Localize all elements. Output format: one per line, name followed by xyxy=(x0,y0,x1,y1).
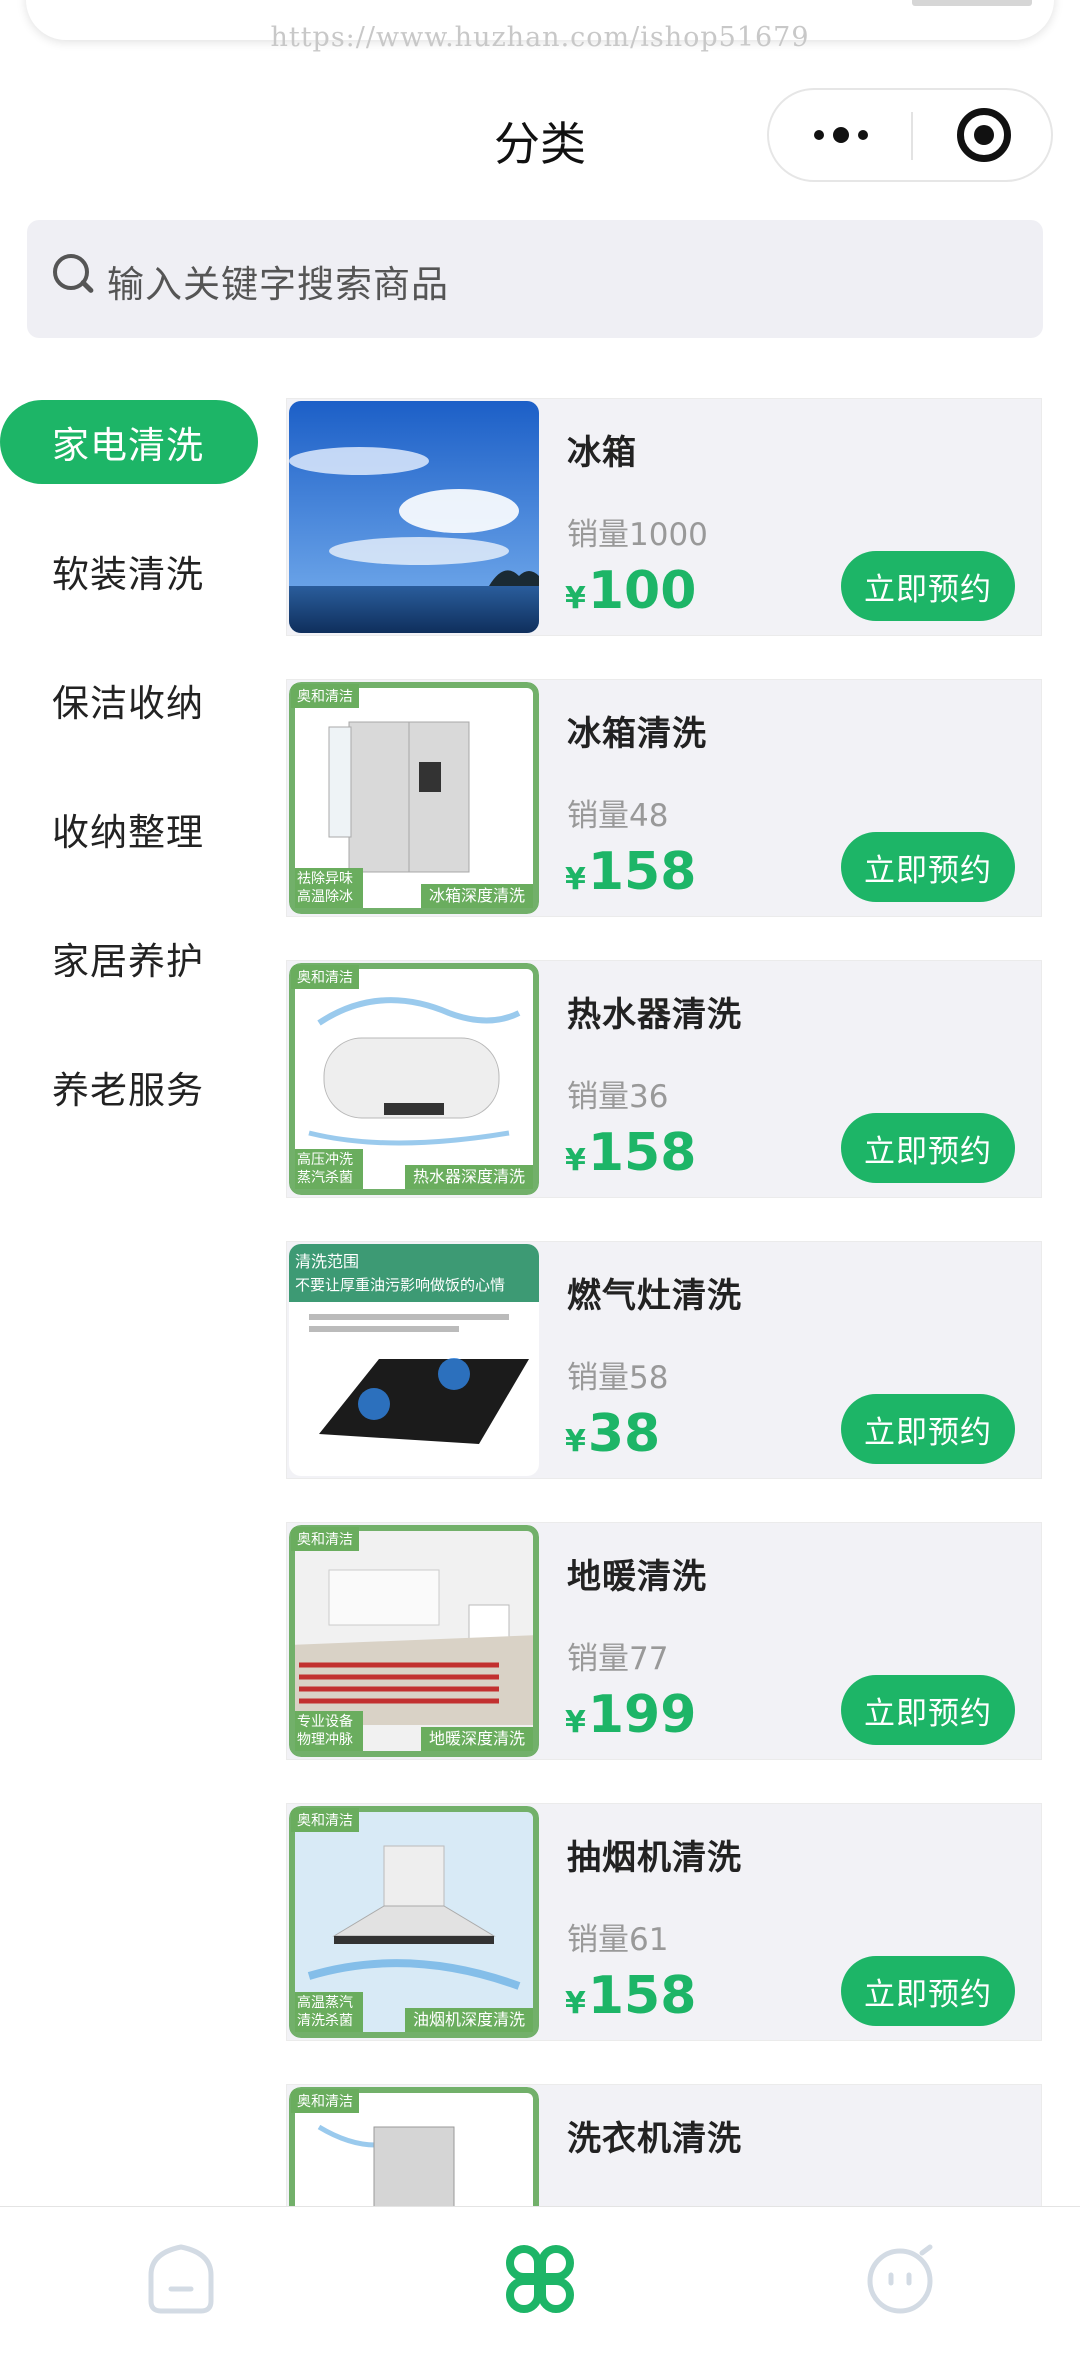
product-image: 奥和清洁 高压冲洗 蒸汽杀菌 热水器深度清洗 xyxy=(289,963,539,1195)
product-card[interactable]: 奥和清洁 高压冲洗 蒸汽杀菌 热水器深度清洗 热水器清洗 销量36 ¥158 立即… xyxy=(286,960,1042,1198)
product-card[interactable]: 奥和清洁 祛除异味 高温除冰 冰箱深度清洗 冰箱清洗 销量48 ¥158 立即预约 xyxy=(286,679,1042,917)
product-sales: 销量1000 xyxy=(567,517,708,553)
thumb-banner: 油烟机深度清洗 xyxy=(404,2008,533,2032)
book-now-button[interactable]: 立即预约 xyxy=(841,1956,1015,2026)
book-now-button[interactable]: 立即预约 xyxy=(841,1394,1015,1464)
product-image: 奥和清洁 专业设备 物理冲脉 地暖深度清洗 xyxy=(289,1525,539,1757)
product-sales: 销量48 xyxy=(567,798,669,834)
product-price: ¥158 xyxy=(565,1123,697,1183)
thumb-banner: 冰箱深度清洗 xyxy=(420,884,533,908)
thumb-banner: 热水器深度清洗 xyxy=(404,1165,533,1189)
book-now-button[interactable]: 立即预约 xyxy=(841,1113,1015,1183)
sidebar-item-housekeeping[interactable]: 保洁收纳 xyxy=(0,635,262,764)
sidebar-item-organizing[interactable]: 收纳整理 xyxy=(0,764,262,893)
product-price: ¥199 xyxy=(565,1685,697,1745)
more-icon[interactable] xyxy=(769,90,912,180)
product-image: 清洗范围 不要让厚重油污影响做饭的心情 xyxy=(289,1244,539,1476)
book-now-button[interactable]: 立即预约 xyxy=(841,551,1015,621)
product-price: ¥158 xyxy=(565,842,697,902)
feature-tag: 高压冲洗 蒸汽杀菌 xyxy=(295,1149,363,1189)
product-card[interactable]: 清洗范围 不要让厚重油污影响做饭的心情 燃气灶清洗 销量58 ¥38 立即预约 xyxy=(286,1241,1042,1479)
thumb-banner: 地暖深度清洗 xyxy=(420,1727,533,1751)
product-name: 洗衣机清洗 xyxy=(567,2119,742,2159)
product-name: 冰箱清洗 xyxy=(567,714,707,754)
profile-icon[interactable] xyxy=(860,2239,940,2319)
product-name: 抽烟机清洗 xyxy=(567,1838,742,1878)
product-name: 冰箱 xyxy=(567,433,637,473)
product-name: 地暖清洗 xyxy=(567,1557,707,1597)
product-image: 奥和清洁 高温蒸汽 清洗杀菌 油烟机深度清洗 xyxy=(289,1806,539,2038)
feature-tag: 高温蒸汽 清洗杀菌 xyxy=(295,1992,363,2032)
feature-tag: 专业设备 物理冲脉 xyxy=(295,1711,363,1751)
brand-label: 奥和清洁 xyxy=(291,2089,359,2113)
category-icon[interactable] xyxy=(500,2239,580,2319)
bottom-tab-bar xyxy=(0,2206,1080,2341)
top-card-handle xyxy=(912,0,1032,6)
home-icon[interactable] xyxy=(141,2239,221,2319)
product-price: ¥158 xyxy=(565,1966,697,2026)
search-icon xyxy=(51,252,95,302)
product-price: ¥38 xyxy=(565,1404,661,1464)
product-price: ¥100 xyxy=(565,561,697,621)
sidebar-item-elderly-care[interactable]: 养老服务 xyxy=(0,1022,262,1151)
category-sidebar: 家电清洗 软装清洗 保洁收纳 收纳整理 家居养护 养老服务 xyxy=(0,400,262,1151)
product-sales: 销量77 xyxy=(567,1641,669,1677)
product-sales: 销量36 xyxy=(567,1079,669,1115)
brand-label: 奥和清洁 xyxy=(291,1527,359,1551)
product-sales: 销量61 xyxy=(567,1922,669,1958)
search-input[interactable]: 输入关键字搜索商品 xyxy=(107,254,449,308)
product-image xyxy=(289,401,539,633)
search-bar[interactable]: 输入关键字搜索商品 xyxy=(27,220,1043,338)
product-card[interactable]: 冰箱 销量1000 ¥100 立即预约 xyxy=(286,398,1042,636)
brand-label: 奥和清洁 xyxy=(291,684,359,708)
book-now-button[interactable]: 立即预约 xyxy=(841,1675,1015,1745)
product-name: 燃气灶清洗 xyxy=(567,1276,742,1316)
sidebar-item-appliance-cleaning[interactable]: 家电清洗 xyxy=(0,400,258,484)
book-now-button[interactable]: 立即预约 xyxy=(841,832,1015,902)
product-list: 冰箱 销量1000 ¥100 立即预约 奥和清洁 祛除异味 高温除冰 冰箱深度清洗… xyxy=(286,398,1042,2365)
product-card[interactable]: 奥和清洁 高温蒸汽 清洗杀菌 油烟机深度清洗 抽烟机清洗 销量61 ¥158 立即… xyxy=(286,1803,1042,2041)
brand-label: 奥和清洁 xyxy=(291,965,359,989)
product-card[interactable]: 奥和清洁 专业设备 物理冲脉 地暖深度清洗 地暖清洗 销量77 ¥199 立即预约 xyxy=(286,1522,1042,1760)
sidebar-item-home-care[interactable]: 家居养护 xyxy=(0,893,262,1022)
watermark: https://www.huzhan.com/ishop51679 xyxy=(270,22,810,53)
mini-program-capsule xyxy=(767,88,1053,182)
feature-tag: 祛除异味 高温除冰 xyxy=(295,868,363,908)
brand-label: 奥和清洁 xyxy=(291,1808,359,1832)
close-target-icon[interactable] xyxy=(957,108,1011,162)
product-sales: 销量58 xyxy=(567,1360,669,1396)
product-image: 奥和清洁 祛除异味 高温除冰 冰箱深度清洗 xyxy=(289,682,539,914)
product-name: 热水器清洗 xyxy=(567,995,742,1035)
capsule-divider xyxy=(911,112,913,160)
sidebar-item-upholstery-cleaning[interactable]: 软装清洗 xyxy=(0,506,262,635)
